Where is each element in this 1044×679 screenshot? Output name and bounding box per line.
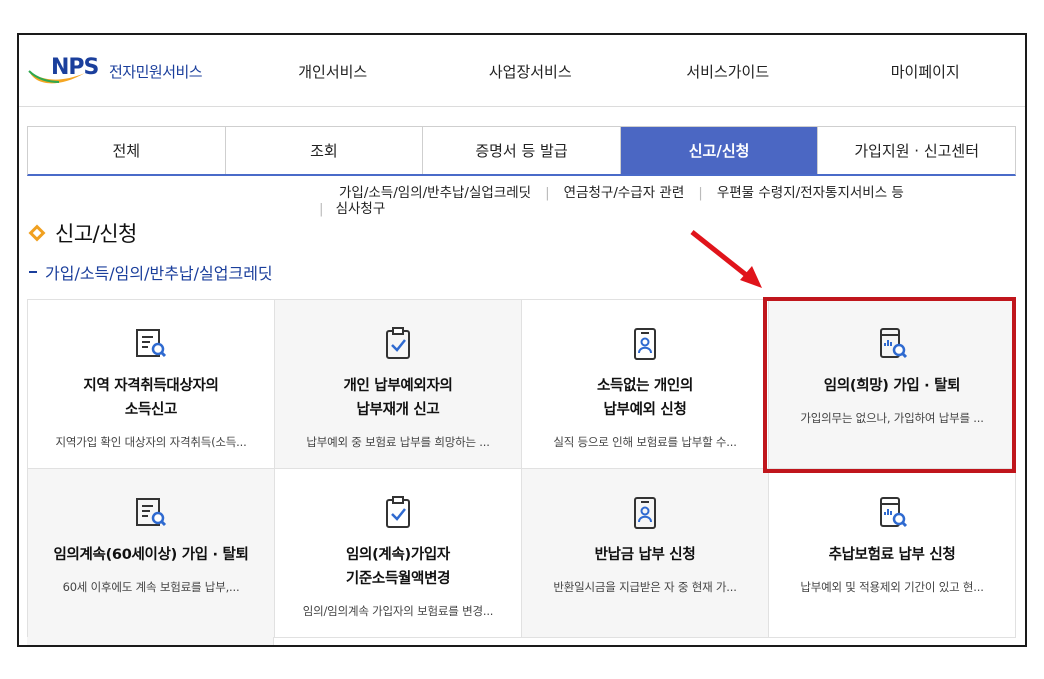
card-voluntary-continuation[interactable]: 임의계속(60세이상) 가입 · 탈퇴 60세 이후에도 계속 보험료를 납부,…: [28, 469, 275, 638]
gnb-service-guide[interactable]: 서비스가이드: [629, 35, 827, 107]
tab-support-center[interactable]: 가입지원 · 신고센터: [818, 127, 1015, 174]
service-card-grid: 지역 자격취득대상자의 소득신고 지역가입 확인 대상자의 자격취득(소득...…: [27, 299, 1016, 645]
grid-next-row-edge: [27, 637, 1016, 645]
card-next-edge: [274, 637, 521, 645]
diamond-bullet-icon: [28, 224, 46, 242]
gnb-personal-service[interactable]: 개인서비스: [234, 35, 432, 107]
card-description: 납부예외 및 적용제외 기간이 있고 현...: [800, 580, 984, 594]
card-title: 개인 납부예외자의 납부재개 신고: [343, 378, 453, 418]
card-description: 납부예외 중 보험료 납부를 희망하는 ...: [306, 435, 490, 449]
card-local-income-report[interactable]: 지역 자격취득대상자의 소득신고 지역가입 확인 대상자의 자격취득(소득...: [28, 300, 275, 469]
clipboard-check-icon: [386, 496, 410, 528]
card-description: 실직 등으로 인해 보험료를 납부할 수...: [553, 435, 737, 449]
logo-nps-text: NPS: [51, 55, 99, 80]
person-card-icon: [634, 328, 656, 360]
card-description: 반환일시금을 지급받은 자 중 현재 가...: [553, 580, 737, 594]
card-title: 임의(희망) 가입 · 탈퇴: [823, 378, 961, 394]
sub-menu: 가입/소득/임의/반추납/실업크레딧 | 연금청구/수급자 관련 | 우편물 수령지/전…: [319, 185, 904, 217]
document-search-icon: [136, 498, 167, 527]
card-title: 추납보험료 납부 신청: [828, 547, 956, 563]
card-refund-payment[interactable]: 반납금 납부 신청 반환일시금을 지급받은 자 중 현재 가...: [522, 469, 769, 638]
global-nav: 개인서비스 사업장서비스 서비스가이드 마이페이지: [234, 35, 1024, 107]
card-description: 지역가입 확인 대상자의 자격취득(소득...: [55, 435, 247, 449]
card-next-edge: [27, 637, 274, 645]
card-description: 임의/임의계속 가입자의 보험료를 변경...: [302, 604, 494, 618]
clipboard-check-icon: [386, 327, 410, 359]
sub-heading: 가입/소득/임의/반추납/실업크레딧: [29, 260, 273, 284]
tab-certificate[interactable]: 증명서 등 발급: [423, 127, 621, 174]
card-income-change[interactable]: 임의(계속)가입자 기준소득월액변경 임의/임의계속 가입자의 보험료를 변경.…: [275, 469, 522, 638]
logo-service-text: 전자민원서비스: [109, 62, 203, 81]
section-title: 신고/신청: [55, 222, 137, 246]
card-description: 60세 이후에도 계속 보험료를 납부,...: [62, 580, 240, 594]
tab-report-apply[interactable]: 신고/신청: [620, 127, 819, 174]
logo-mark: NPS: [27, 49, 109, 93]
tab-all[interactable]: 전체: [28, 127, 226, 174]
submenu-item-subscription[interactable]: 가입/소득/임의/반추납/실업크레딧: [339, 185, 531, 201]
card-payment-exemption[interactable]: 소득없는 개인의 납부예외 신청 실직 등으로 인해 보험료를 납부할 수...: [522, 300, 769, 469]
header: NPS 전자민원서비스 개인서비스 사업장서비스 서비스가이드 마이페이지: [19, 35, 1025, 107]
dash-bullet-icon: [29, 271, 37, 273]
gnb-business-service[interactable]: 사업장서비스: [432, 35, 630, 107]
submenu-item-pension-claim[interactable]: 연금청구/수급자 관련: [564, 185, 685, 201]
card-title: 임의계속(60세이상) 가입 · 탈퇴: [53, 547, 249, 563]
category-tabs: 전체 조회 증명서 등 발급 신고/신청 가입지원 · 신고센터: [27, 126, 1016, 176]
card-title: 임의(계속)가입자 기준소득월액변경: [345, 547, 451, 587]
card-description: 가입의무는 없으나, 가입하여 납부를 ...: [800, 411, 984, 425]
card-voluntary-join-leave[interactable]: 임의(희망) 가입 · 탈퇴 가입의무는 없으나, 가입하여 납부를 ...: [769, 300, 1016, 469]
person-card-icon: [634, 497, 656, 529]
card-title: 반납금 납부 신청: [594, 547, 696, 563]
phone-search-icon: [880, 328, 908, 359]
card-payment-resume[interactable]: 개인 납부예외자의 납부재개 신고 납부예외 중 보험료 납부를 희망하는 ..…: [275, 300, 522, 469]
section-heading: 신고/신청: [28, 218, 137, 248]
gnb-my-page[interactable]: 마이페이지: [827, 35, 1025, 107]
document-search-icon: [136, 329, 167, 358]
phone-search-icon: [880, 497, 908, 528]
page-frame: NPS 전자민원서비스 개인서비스 사업장서비스 서비스가이드 마이페이지 전체…: [17, 33, 1027, 647]
card-title: 지역 자격취득대상자의 소득신고: [83, 378, 219, 418]
card-late-payment[interactable]: 추납보험료 납부 신청 납부예외 및 적용제외 기간이 있고 현...: [769, 469, 1016, 638]
submenu-item-mail-address[interactable]: 우편물 수령지/전자통지서비스 등: [717, 185, 904, 201]
card-title: 소득없는 개인의 납부예외 신청: [596, 378, 694, 418]
sub-title-text: 가입/소득/임의/반추납/실업크레딧: [45, 264, 273, 283]
submenu-item-review-claim[interactable]: 심사청구: [336, 201, 386, 217]
tab-inquiry[interactable]: 조회: [225, 127, 424, 174]
nps-logo[interactable]: NPS 전자민원서비스: [27, 47, 237, 95]
